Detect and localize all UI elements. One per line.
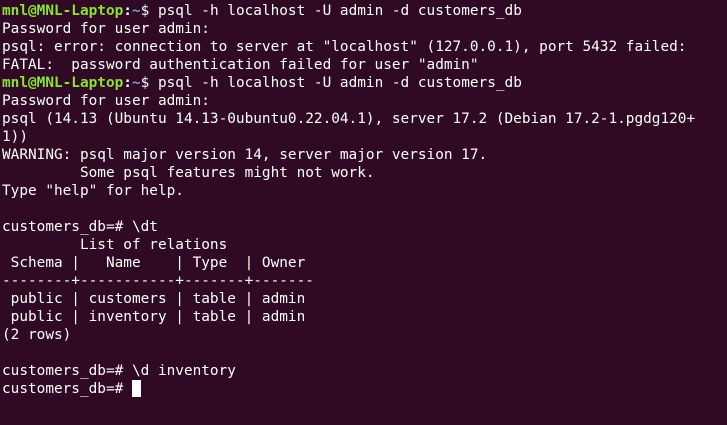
psql-prompt-text: customers_db=# (2, 381, 132, 397)
prompt-separator: : (123, 3, 132, 19)
prompt-symbol: $ (140, 3, 158, 19)
output-line: psql (14.13 (Ubuntu 14.13-0ubuntu0.22.04… (2, 111, 696, 127)
output-line: Type "help" for help. (2, 183, 184, 199)
warning-line: WARNING: psql major version 14, server m… (2, 147, 488, 163)
error-line: psql: error: connection to server at "lo… (2, 39, 687, 55)
output-line: 1)) (2, 129, 28, 145)
prompt-line-1: mnl@MNL-Laptop:~$ psql -h localhost -U a… (2, 2, 727, 20)
command-text: psql -h localhost -U admin -d customers_… (157, 3, 522, 19)
row-count: (2 rows) (2, 327, 72, 343)
table-divider: --------+-----------+-------+------- (2, 273, 314, 289)
table-row: public | customers | table | admin (2, 291, 306, 307)
prompt-path: ~ (131, 75, 141, 91)
prompt-symbol: $ (140, 75, 158, 91)
prompt-path: ~ (131, 3, 141, 19)
psql-active-prompt[interactable]: customers_db=# (2, 380, 727, 398)
prompt-user-host: mnl@MNL-Laptop (2, 75, 124, 91)
psql-command-line: customers_db=# \dt (2, 219, 158, 235)
table-caption: List of relations (2, 237, 228, 253)
command-text: psql -h localhost -U admin -d customers_… (157, 75, 522, 91)
warning-line: Some psql features might not work. (2, 165, 375, 181)
prompt-line-2: mnl@MNL-Laptop:~$ psql -h localhost -U a… (2, 74, 727, 92)
error-line: FATAL: password authentication failed fo… (2, 57, 479, 73)
table-row: public | inventory | table | admin (2, 309, 306, 325)
psql-command-line: customers_db=# \d inventory (2, 363, 236, 379)
terminal-window[interactable]: mnl@MNL-Laptop:~$ psql -h localhost -U a… (0, 0, 727, 425)
text-cursor (131, 380, 141, 397)
output-line: Password for user admin: (2, 21, 210, 37)
output-line: Password for user admin: (2, 93, 210, 109)
prompt-user-host: mnl@MNL-Laptop (2, 3, 124, 19)
table-header: Schema | Name | Type | Owner (2, 255, 314, 271)
prompt-separator: : (123, 75, 132, 91)
